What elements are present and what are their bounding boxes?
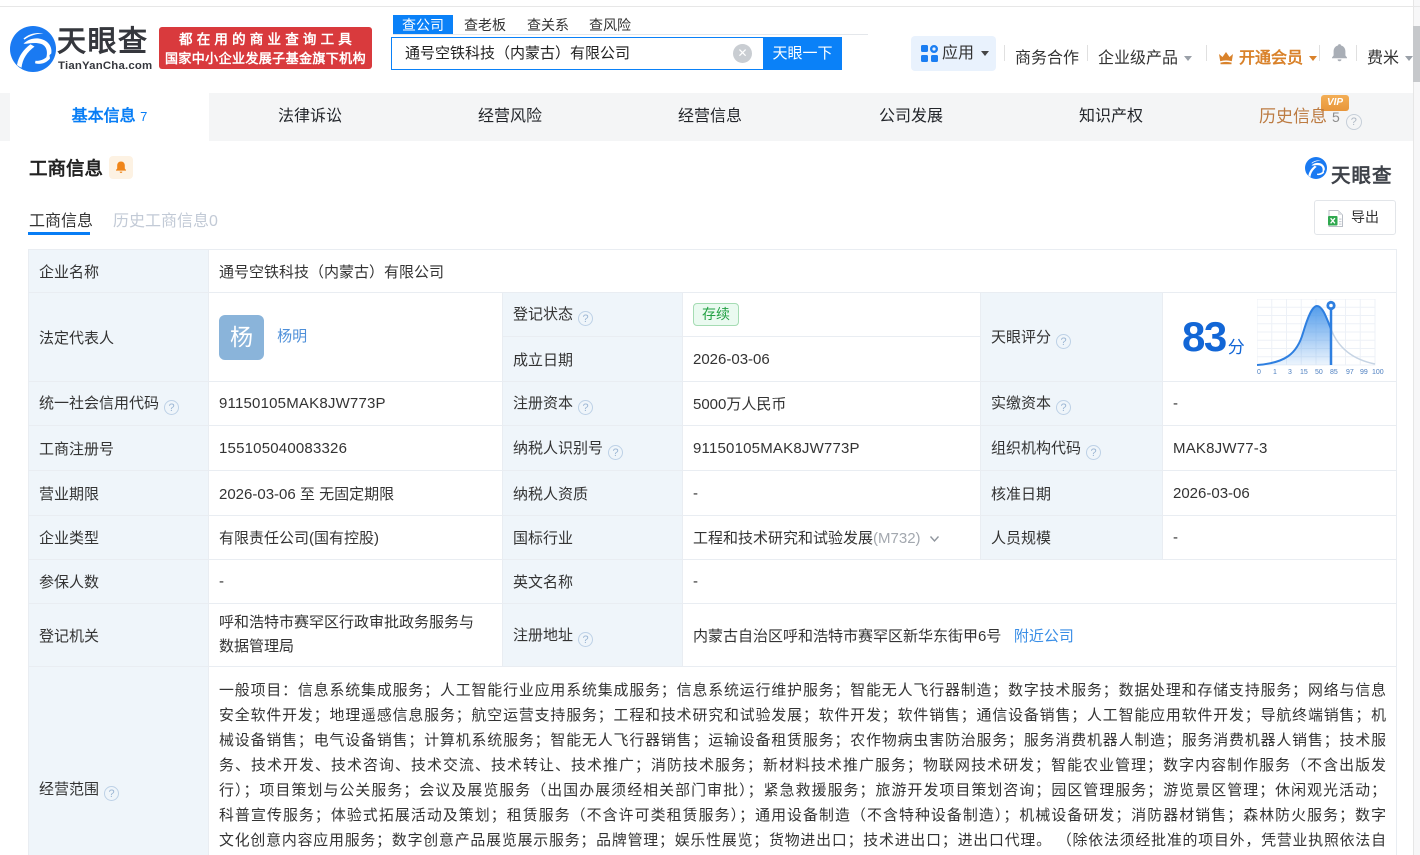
svg-text:15: 15 [1300, 369, 1308, 375]
svg-text:99: 99 [1360, 369, 1368, 375]
svg-text:1: 1 [1273, 369, 1277, 375]
svg-text:97: 97 [1346, 369, 1354, 375]
svg-text:0: 0 [1257, 369, 1261, 375]
svg-text:85: 85 [1330, 369, 1338, 375]
svg-text:3: 3 [1288, 369, 1292, 375]
svg-text:100: 100 [1372, 369, 1384, 375]
svg-text:50: 50 [1315, 369, 1323, 375]
